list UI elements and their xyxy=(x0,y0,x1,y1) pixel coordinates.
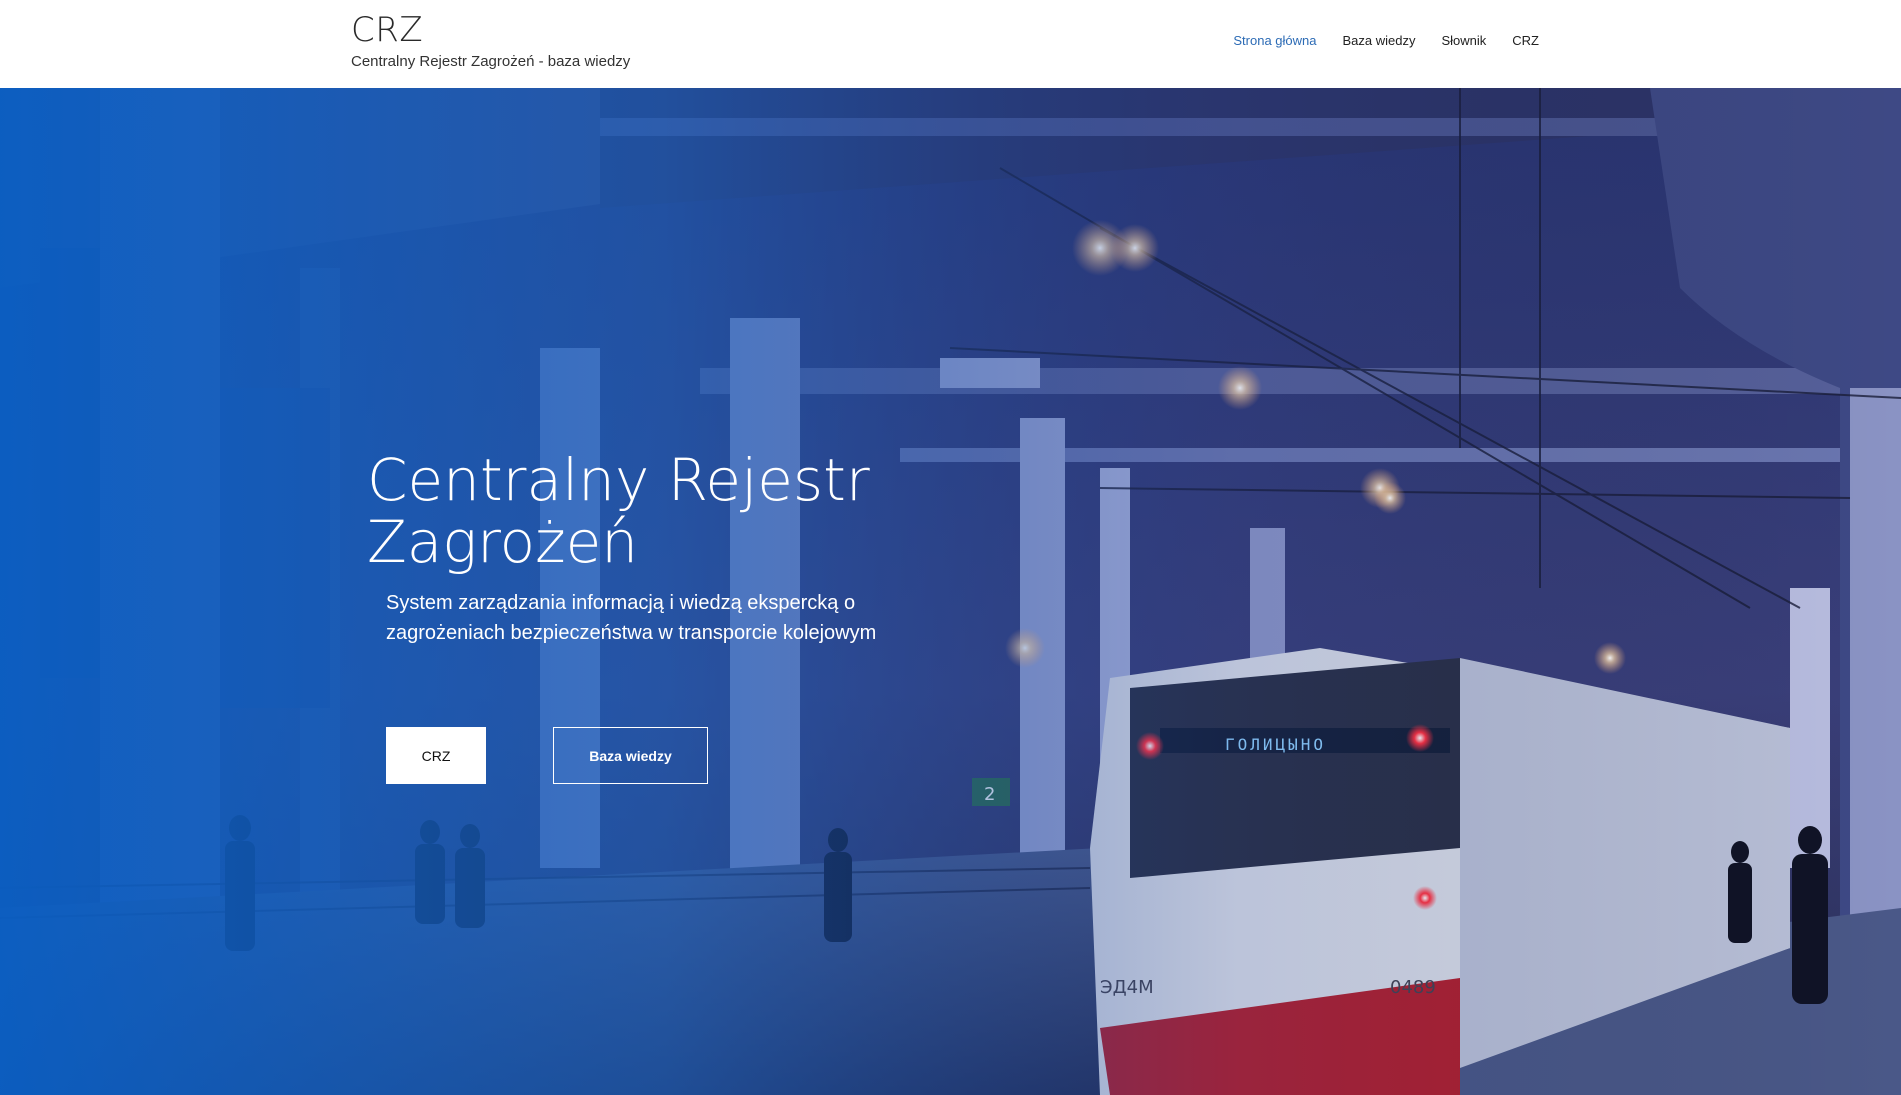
hero-title: Centralny Rejestr Zagrożeń xyxy=(367,445,870,576)
hero-background-image: ГОЛИЦЫНО ЭД4М 0489 2 xyxy=(0,88,1901,1095)
hero-section: ГОЛИЦЫНО ЭД4М 0489 2 Centralny Rejestr Z… xyxy=(0,88,1901,1095)
site-header: CRZ Centralny Rejestr Zagrożeń - baza wi… xyxy=(0,0,1901,88)
crz-button[interactable]: CRZ xyxy=(386,727,486,784)
main-nav: Strona główna Baza wiedzy Słownik CRZ xyxy=(1233,33,1539,48)
nav-item-home[interactable]: Strona główna xyxy=(1233,33,1316,48)
brand-title[interactable]: CRZ xyxy=(351,10,423,50)
knowledge-base-button[interactable]: Baza wiedzy xyxy=(553,727,708,784)
hero-description: System zarządzania informacją i wiedzą e… xyxy=(386,592,877,644)
nav-item-knowledge-base[interactable]: Baza wiedzy xyxy=(1343,33,1416,48)
brand-subtitle: Centralny Rejestr Zagrożeń - baza wiedzy xyxy=(351,53,631,70)
nav-item-dictionary[interactable]: Słownik xyxy=(1441,33,1486,48)
nav-item-crz[interactable]: CRZ xyxy=(1512,33,1539,48)
